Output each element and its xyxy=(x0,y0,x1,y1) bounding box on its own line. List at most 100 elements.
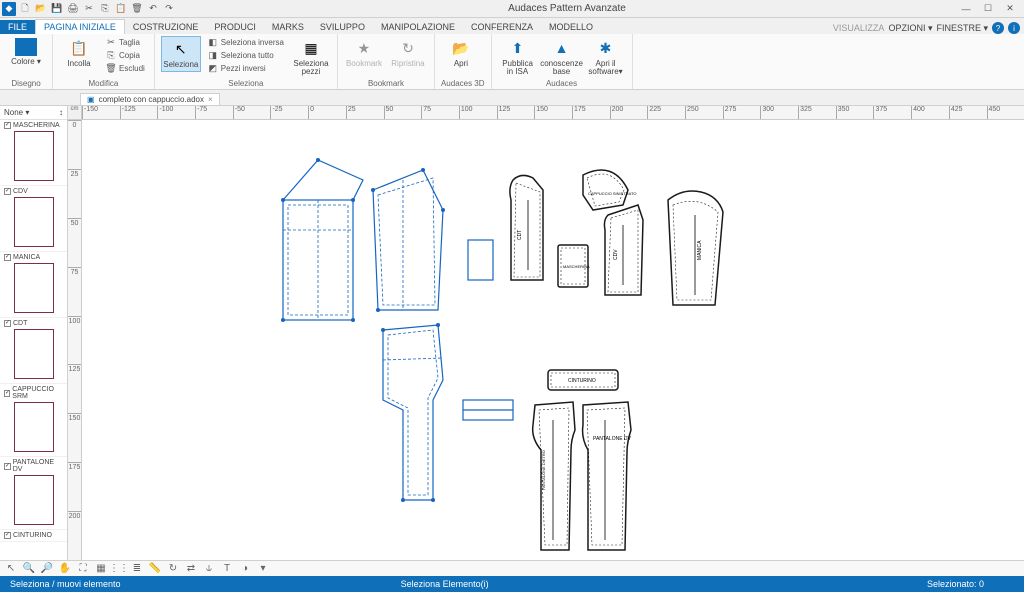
vt-align-icon[interactable]: ⫝ xyxy=(202,562,216,576)
qat-redo-icon[interactable]: ↷ xyxy=(162,2,176,16)
pattern-piece-cinturino: CINTURINO xyxy=(548,370,618,390)
knowledge-icon: ▲ xyxy=(552,38,572,58)
ribbon-group-modifica: 📋 Incolla ✂Taglia ⎘Copia 🗑Escludi Modifi… xyxy=(53,34,155,89)
minimize-button[interactable]: — xyxy=(958,2,974,16)
help-icon[interactable]: ? xyxy=(992,22,1004,34)
finestre-menu[interactable]: FINESTRE ▾ xyxy=(936,23,988,34)
pattern-piece-pants-construction xyxy=(381,323,443,502)
conoscenze-base-button[interactable]: ▲ conoscenze base xyxy=(542,36,582,78)
sidebar-item-pantalone[interactable]: PANTALONE DV xyxy=(0,457,67,530)
vt-layers-icon[interactable]: ≣ xyxy=(130,562,144,576)
sidebar-header[interactable]: None ▾ ↕ xyxy=(0,106,67,120)
opzioni-menu[interactable]: OPZIONI ▾ xyxy=(888,23,932,34)
sidebar-item-manica[interactable]: MANICA xyxy=(0,252,67,318)
pattern-piece-pantalone-dv: PANTALONE DV xyxy=(583,402,632,550)
maximize-button[interactable]: ☐ xyxy=(980,2,996,16)
qat-undo-icon[interactable]: ↶ xyxy=(146,2,160,16)
app-icon[interactable]: ◆ xyxy=(2,2,16,16)
ribbon-tabs: FILE PAGINA INIZIALE COSTRUZIONE PRODUCI… xyxy=(0,18,1024,34)
tab-pagina-iniziale[interactable]: PAGINA INIZIALE xyxy=(35,19,125,34)
checkbox-icon[interactable] xyxy=(4,463,11,470)
paste-icon: 📋 xyxy=(69,38,89,58)
pezzi-inversi-button[interactable]: ◩Pezzi inversi xyxy=(205,62,287,74)
tab-costruzione[interactable]: COSTRUZIONE xyxy=(125,20,207,34)
bookmark-button[interactable]: ★ Bookmark xyxy=(344,36,384,70)
qat-print-icon[interactable]: 🖨 xyxy=(66,2,80,16)
sidebar-item-mascherina[interactable]: MASCHERINA xyxy=(0,120,67,186)
seleziona-pezzi-button[interactable]: ▦ Seleziona pezzi xyxy=(291,36,331,78)
escludi-button[interactable]: 🗑Escludi xyxy=(103,62,148,74)
colore-button[interactable]: Colore ▾ xyxy=(6,36,46,68)
ripristina-button[interactable]: ↻ Ripristina xyxy=(388,36,428,70)
qat-save-icon[interactable]: 💾 xyxy=(50,2,64,16)
vt-text-icon[interactable]: T xyxy=(220,562,234,576)
info-icon[interactable]: i xyxy=(1008,22,1020,34)
qat-paste-icon[interactable]: 📋 xyxy=(114,2,128,16)
piece-thumbnail xyxy=(14,263,54,313)
cut-icon: ✂ xyxy=(106,37,116,47)
seleziona-tutto-button[interactable]: ◨Seleziona tutto xyxy=(205,49,287,61)
checkbox-icon[interactable] xyxy=(4,532,11,539)
vt-measure-icon[interactable]: 📏 xyxy=(148,562,162,576)
svg-text:CDV: CDV xyxy=(613,249,619,260)
checkbox-icon[interactable] xyxy=(4,122,11,129)
vt-more-icon[interactable]: ▾ xyxy=(256,562,270,576)
vt-fit-icon[interactable]: ⛶ xyxy=(76,562,90,576)
sidebar-item-cappuccio[interactable]: CAPPUCCIO SRM xyxy=(0,384,67,457)
taglia-button[interactable]: ✂Taglia xyxy=(103,36,148,48)
pieces-sidebar: None ▾ ↕ MASCHERINA CDV MANICA CDT CAPPU… xyxy=(0,106,68,560)
ruler-vertical: 0255075100125150175200 xyxy=(68,120,82,560)
vt-mirror-icon[interactable]: ⇄ xyxy=(184,562,198,576)
qat-delete-icon[interactable]: 🗑 xyxy=(130,2,144,16)
svg-text:CAPPUCCIO SINISTRATO: CAPPUCCIO SINISTRATO xyxy=(588,191,637,196)
checkbox-icon[interactable] xyxy=(4,188,11,195)
ribbon: Colore ▾ Disegno 📋 Incolla ✂Taglia ⎘Copi… xyxy=(0,34,1024,90)
vt-color-icon[interactable]: ◑ xyxy=(238,562,252,576)
checkbox-icon[interactable] xyxy=(4,390,10,397)
vt-grid-icon[interactable]: ▦ xyxy=(94,562,108,576)
document-tab[interactable]: ▣ completo con cappuccio.adox × xyxy=(80,93,220,105)
sidebar-item-cdt[interactable]: CDT xyxy=(0,318,67,384)
pubblica-isa-button[interactable]: ⬆ Pubblica in ISA xyxy=(498,36,538,78)
qat-cut-icon[interactable]: ✂ xyxy=(82,2,96,16)
tab-marks[interactable]: MARKS xyxy=(264,20,312,34)
sidebar-item-cdv[interactable]: CDV xyxy=(0,186,67,252)
seleziona-button[interactable]: ↖ Seleziona xyxy=(161,36,201,72)
qat-open-icon[interactable]: 📂 xyxy=(34,2,48,16)
pattern-piece-rect-bottom xyxy=(463,400,513,420)
ribbon-group-disegno: Colore ▾ Disegno xyxy=(0,34,53,89)
main-area: None ▾ ↕ MASCHERINA CDV MANICA CDT CAPPU… xyxy=(0,106,1024,560)
vt-pan-icon[interactable]: ✋ xyxy=(58,562,72,576)
document-tab-close[interactable]: × xyxy=(208,95,213,104)
tab-manipolazione[interactable]: MANIPOLAZIONE xyxy=(373,20,463,34)
checkbox-icon[interactable] xyxy=(4,320,11,327)
tab-modello[interactable]: MODELLO xyxy=(541,20,601,34)
pattern-piece-pantalone-dietro: PANTALONE DIETRO xyxy=(533,402,575,550)
copia-button[interactable]: ⎘Copia xyxy=(103,49,148,61)
sidebar-item-cinturino[interactable]: CINTURINO xyxy=(0,530,67,542)
seleziona-inversa-button[interactable]: ◧Seleziona inversa xyxy=(205,36,287,48)
vt-pointer-icon[interactable]: ↖ xyxy=(4,562,18,576)
tab-sviluppo[interactable]: SVILUPPO xyxy=(312,20,373,34)
piece-thumbnail xyxy=(14,329,54,379)
close-button[interactable]: ✕ xyxy=(1002,2,1018,16)
vt-zoom-in-icon[interactable]: 🔍 xyxy=(22,562,36,576)
tab-conferenza[interactable]: CONFERENZA xyxy=(463,20,541,34)
vt-snap-icon[interactable]: ⋮⋮ xyxy=(112,562,126,576)
apri-software-button[interactable]: ✱ Apri il software▾ xyxy=(586,36,626,78)
sidebar-sort-icon[interactable]: ↕ xyxy=(59,108,63,117)
ribbon-group-seleziona: ↖ Seleziona ◧Seleziona inversa ◨Selezion… xyxy=(155,34,338,89)
tab-produci[interactable]: PRODUCI xyxy=(206,20,264,34)
ribbon-group-audaces3d: 📂 Apri Audaces 3D xyxy=(435,34,492,89)
qat-copy-icon[interactable]: ⎘ xyxy=(98,2,112,16)
qat-new-icon[interactable]: 🗋 xyxy=(18,2,32,16)
drawing-canvas[interactable]: CDT MASCHERINA CAPPUCCIO SINISTRATO xyxy=(82,120,1024,560)
visualizza-menu[interactable]: VISUALIZZA xyxy=(833,23,885,33)
vt-zoom-out-icon[interactable]: 🔎 xyxy=(40,562,54,576)
publish-icon: ⬆ xyxy=(508,38,528,58)
incolla-button[interactable]: 📋 Incolla xyxy=(59,36,99,70)
vt-rotate-icon[interactable]: ↻ xyxy=(166,562,180,576)
tab-file[interactable]: FILE xyxy=(0,20,35,34)
apri-3d-button[interactable]: 📂 Apri xyxy=(441,36,481,70)
checkbox-icon[interactable] xyxy=(4,254,11,261)
